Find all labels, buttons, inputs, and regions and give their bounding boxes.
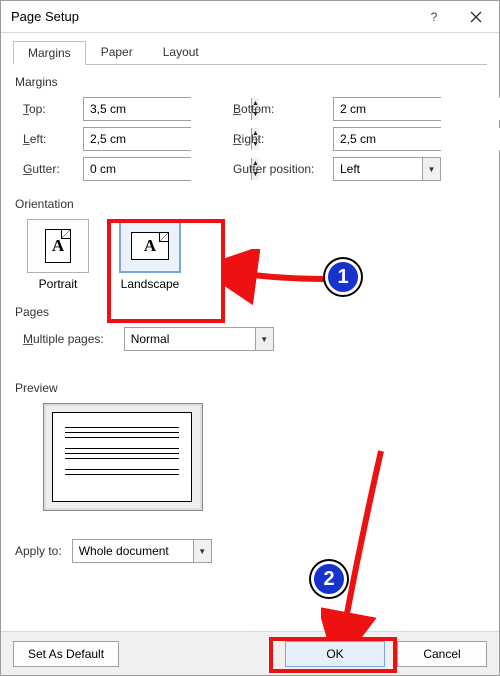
multiple-pages-value: Normal [125,328,255,350]
portrait-button[interactable]: A [27,219,89,273]
page-setup-dialog: Page Setup ? Margins Paper Layout Margin… [0,0,500,676]
gutter-spinner[interactable]: ▲▼ [83,157,191,181]
orientation-group: A Portrait A Landscape [13,219,487,291]
gutter-position-combo[interactable]: Left ▼ [333,157,441,181]
apply-row: Apply to: Whole document ▼ [13,539,487,563]
close-button[interactable] [455,3,497,31]
tab-margins[interactable]: Margins [13,41,86,65]
landscape-label: Landscape [121,277,180,291]
portrait-label: Portrait [39,277,78,291]
top-input[interactable] [84,98,251,120]
dialog-footer: Set As Default OK Cancel [1,631,499,675]
titlebar: Page Setup ? [1,1,499,33]
preview-box [43,403,203,511]
orientation-portrait[interactable]: A Portrait [23,219,93,291]
apply-to-value: Whole document [73,540,193,562]
right-spinner[interactable]: ▲▼ [333,127,441,151]
label-apply-to: Apply to: [15,544,62,558]
chevron-down-icon[interactable]: ▼ [422,158,440,180]
label-multiple-pages: Multiple pages: [23,332,104,346]
margins-grid: Top: ▲▼ Bottom: ▲▼ Left: ▲▼ Right: ▲▼ [13,97,487,181]
tab-strip: Margins Paper Layout [13,39,487,65]
landscape-page-icon: A [131,232,169,260]
help-button[interactable]: ? [413,3,455,31]
right-input[interactable] [334,128,500,150]
window-title: Page Setup [11,9,413,24]
landscape-button[interactable]: A [119,219,181,273]
preview-page-icon [52,412,192,502]
label-gutter-position: Gutter position: [233,162,333,176]
section-preview-label: Preview [15,381,487,395]
tab-paper[interactable]: Paper [86,40,148,64]
bottom-input[interactable] [334,98,500,120]
label-right: Right: [233,132,333,146]
gutter-input[interactable] [84,158,251,180]
apply-to-combo[interactable]: Whole document ▼ [72,539,212,563]
chevron-down-icon[interactable]: ▼ [193,540,211,562]
portrait-page-icon: A [45,229,71,263]
set-default-button[interactable]: Set As Default [13,641,119,667]
gutter-position-value: Left [334,158,422,180]
tab-layout[interactable]: Layout [148,40,214,64]
section-margins-label: Margins [15,75,487,89]
label-bottom: Bottom: [233,102,333,116]
top-spinner[interactable]: ▲▼ [83,97,191,121]
left-input[interactable] [84,128,251,150]
dialog-content: Margins Paper Layout Margins Top: ▲▼ Bot… [1,33,499,571]
section-orientation-label: Orientation [15,197,487,211]
left-spinner[interactable]: ▲▼ [83,127,191,151]
orientation-landscape[interactable]: A Landscape [115,219,185,291]
label-gutter: Gutter: [23,162,83,176]
bottom-spinner[interactable]: ▲▼ [333,97,441,121]
ok-button[interactable]: OK [285,641,385,667]
multiple-pages-combo[interactable]: Normal ▼ [124,327,274,351]
label-top: Top: [23,102,83,116]
cancel-button[interactable]: Cancel [397,641,487,667]
label-left: Left: [23,132,83,146]
chevron-down-icon[interactable]: ▼ [255,328,273,350]
section-pages-label: Pages [15,305,487,319]
pages-row: Multiple pages: Normal ▼ [13,327,487,351]
